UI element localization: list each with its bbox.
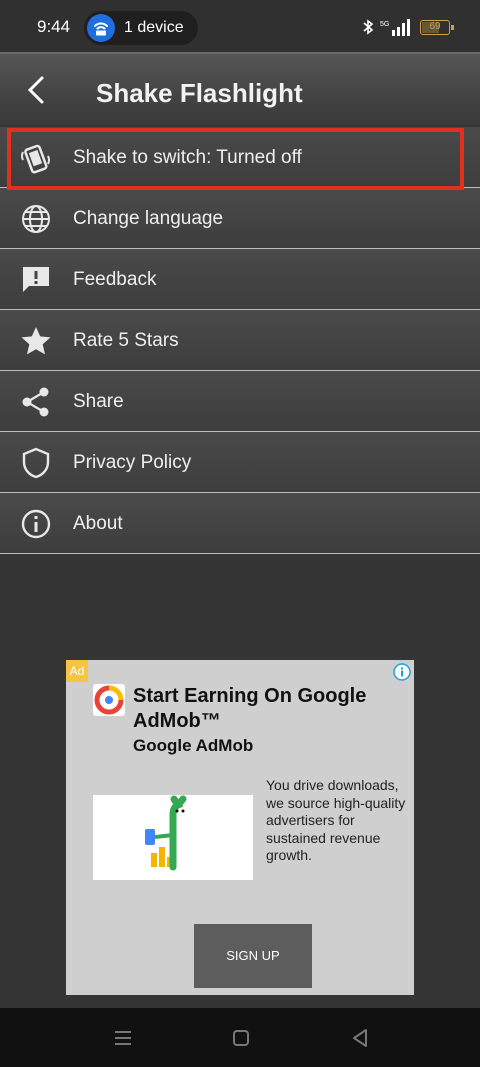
menu-item-privacy-policy[interactable]: Privacy Policy xyxy=(0,432,480,493)
signal-icon: 5G xyxy=(380,19,410,36)
status-icons: 5G 69 xyxy=(362,17,454,37)
menu-item-label: Feedback xyxy=(73,269,157,290)
home-icon[interactable] xyxy=(229,1026,253,1050)
star-icon xyxy=(21,327,51,355)
settings-menu: Shake to switch: Turned off Change langu… xyxy=(0,127,480,554)
shield-icon xyxy=(22,447,50,479)
battery-level: 69 xyxy=(429,20,441,32)
status-time: 9:44 xyxy=(37,17,71,36)
menu-item-change-language[interactable]: Change language xyxy=(0,188,480,249)
network-label: 5G xyxy=(380,21,389,28)
bluetooth-icon xyxy=(363,19,374,35)
page-title: Shake Flashlight xyxy=(96,78,303,108)
back-button[interactable] xyxy=(16,70,56,110)
ad-image xyxy=(93,795,253,880)
menu-item-label: Privacy Policy xyxy=(73,452,192,473)
menu-item-share[interactable]: Share xyxy=(0,371,480,432)
menu-icon[interactable] xyxy=(111,1026,135,1050)
ad-banner[interactable]: Ad Start Earning On Google AdMob™ Google… xyxy=(66,660,414,995)
highlight-box xyxy=(7,128,464,190)
ad-badge: Ad xyxy=(66,660,88,682)
status-bar: 9:44 1 device 5G 69 xyxy=(0,0,480,52)
info-icon xyxy=(21,509,51,539)
menu-item-label: About xyxy=(73,513,123,534)
ad-advertiser: Google AdMob xyxy=(133,736,254,755)
admob-logo xyxy=(93,684,125,716)
share-icon xyxy=(22,387,49,417)
ad-info-icon[interactable] xyxy=(393,663,411,681)
menu-item-rate[interactable]: Rate 5 Stars xyxy=(0,310,480,371)
globe-icon xyxy=(22,205,50,233)
menu-item-about[interactable]: About xyxy=(0,493,480,554)
ad-body-text: You drive downloads, we source high-qual… xyxy=(266,777,406,863)
device-pill-label: 1 device xyxy=(124,19,184,36)
menu-item-feedback[interactable]: Feedback xyxy=(0,249,480,310)
device-pill[interactable]: 1 device xyxy=(84,11,198,45)
app-bar: Shake Flashlight xyxy=(0,52,480,125)
battery-indicator: 69 xyxy=(420,19,454,35)
chevron-left-icon xyxy=(27,76,44,104)
hotspot-icon xyxy=(87,14,115,42)
ad-title: Start Earning On Google AdMob™ xyxy=(133,685,367,732)
menu-item-label: Change language xyxy=(73,208,224,229)
menu-item-label: Share xyxy=(73,391,124,412)
system-nav-bar xyxy=(0,1008,480,1067)
sign-up-button[interactable]: SIGN UP xyxy=(194,924,312,988)
back-triangle-icon[interactable] xyxy=(348,1026,372,1050)
menu-item-label: Rate 5 Stars xyxy=(73,330,179,351)
feedback-icon xyxy=(23,267,49,292)
